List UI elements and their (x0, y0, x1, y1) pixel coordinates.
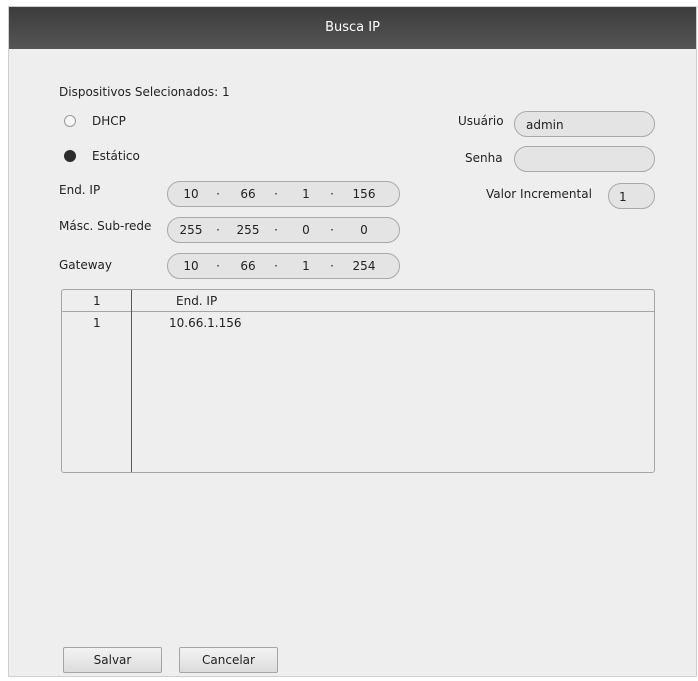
gateway-octet-4[interactable]: 254 (347, 259, 381, 273)
password-input[interactable] (514, 146, 655, 172)
row-index: 1 (93, 316, 101, 330)
dhcp-radio[interactable] (64, 115, 76, 127)
increment-label: Valor Incremental (486, 187, 592, 201)
ip-address-label: End. IP (59, 183, 101, 197)
username-label: Usuário (458, 114, 504, 128)
ip-dot: · (330, 187, 334, 201)
static-radio[interactable] (64, 150, 76, 162)
subnet-mask-input[interactable]: 255 · 255 · 0 · 0 (167, 217, 400, 243)
mask-octet-2[interactable]: 255 (231, 223, 265, 237)
ip-octet-4[interactable]: 156 (347, 187, 381, 201)
ip-dot: · (330, 259, 334, 273)
table-header: 1 End. IP (62, 290, 654, 312)
ip-address-input[interactable]: 10 · 66 · 1 · 156 (167, 181, 400, 207)
header-index: 1 (93, 294, 101, 308)
table-row[interactable]: 1 10.66.1.156 (62, 312, 654, 332)
ip-dot: · (216, 187, 220, 201)
device-table: 1 End. IP 1 10.66.1.156 (61, 289, 655, 473)
ip-octet-1[interactable]: 10 (174, 187, 208, 201)
mask-octet-1[interactable]: 255 (174, 223, 208, 237)
dialog-title: Busca IP (9, 7, 696, 49)
ip-dot: · (274, 187, 278, 201)
password-label: Senha (465, 151, 503, 165)
save-button[interactable]: Salvar (63, 647, 162, 673)
subnet-mask-label: Másc. Sub-rede (59, 219, 152, 233)
selected-devices-label: Dispositivos Selecionados: 1 (59, 85, 230, 99)
ip-dot: · (274, 223, 278, 237)
cancel-button[interactable]: Cancelar (179, 647, 278, 673)
gateway-octet-1[interactable]: 10 (174, 259, 208, 273)
ip-dot: · (216, 259, 220, 273)
username-value: admin (526, 118, 564, 132)
busca-ip-dialog: Busca IP Dispositivos Selecionados: 1 DH… (8, 6, 697, 677)
increment-input[interactable]: 1 (608, 183, 655, 209)
static-label: Estático (92, 149, 140, 163)
row-ip: 10.66.1.156 (169, 316, 242, 330)
ip-octet-2[interactable]: 66 (231, 187, 265, 201)
header-ip: End. IP (176, 294, 218, 308)
gateway-label: Gateway (59, 258, 113, 272)
username-input[interactable]: admin (514, 111, 655, 137)
gateway-octet-3[interactable]: 1 (289, 259, 323, 273)
ip-dot: · (330, 223, 334, 237)
mask-octet-4[interactable]: 0 (347, 223, 381, 237)
ip-dot: · (216, 223, 220, 237)
gateway-octet-2[interactable]: 66 (231, 259, 265, 273)
increment-value: 1 (619, 190, 627, 204)
ip-octet-3[interactable]: 1 (289, 187, 323, 201)
ip-dot: · (274, 259, 278, 273)
mask-octet-3[interactable]: 0 (289, 223, 323, 237)
dhcp-label: DHCP (92, 114, 126, 128)
gateway-input[interactable]: 10 · 66 · 1 · 254 (167, 253, 400, 279)
